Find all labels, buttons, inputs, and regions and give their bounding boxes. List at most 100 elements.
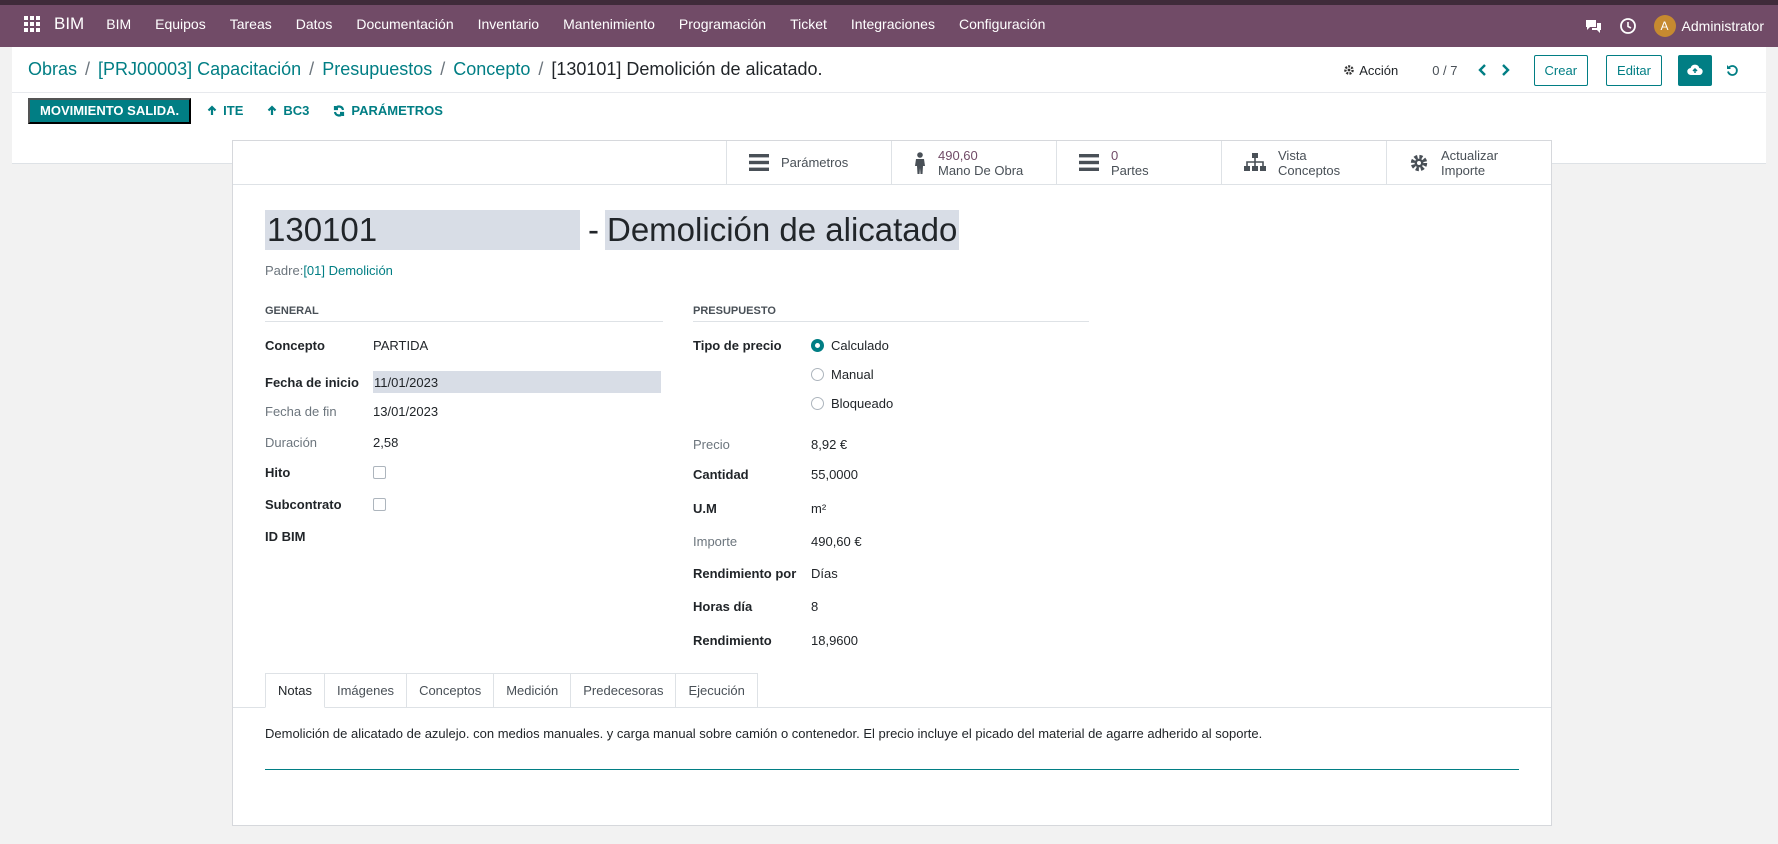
- save-button[interactable]: [1678, 54, 1712, 86]
- smart-button-parametros[interactable]: Parámetros: [726, 141, 891, 184]
- chat-icon[interactable]: [1585, 19, 1602, 34]
- parent-label: Padre:: [265, 263, 304, 278]
- code-input[interactable]: 130101: [265, 210, 580, 250]
- pager-previous-button[interactable]: [1472, 59, 1494, 81]
- subcontract-checkbox[interactable]: [373, 498, 386, 511]
- radio-calculado[interactable]: Calculado: [811, 338, 889, 353]
- tab-notas[interactable]: Notas: [265, 673, 325, 708]
- breadcrumb-separator: /: [309, 59, 315, 79]
- breadcrumb-separator: /: [538, 59, 544, 79]
- amount-value: 490,60 €: [811, 534, 862, 549]
- uom-value: m²: [811, 501, 827, 516]
- nav-item-inventario[interactable]: Inventario: [466, 0, 551, 47]
- price-type-manual: Manual: [811, 367, 874, 382]
- smart-button-mano-de-obra-label: Mano De Obra: [938, 162, 1024, 178]
- record-toolbar: Acción 0 / 7 Crear Editar: [1343, 54, 1744, 86]
- ite-button[interactable]: ITE: [195, 98, 255, 124]
- edit-button[interactable]: Editar: [1606, 54, 1662, 86]
- smart-button-vista-conceptos[interactable]: Vista Conceptos: [1221, 141, 1386, 184]
- breadcrumb-concepto[interactable]: Concepto: [453, 59, 530, 80]
- performance-by-value: Días: [811, 566, 838, 581]
- parent-field: Padre:[01] Demolición: [265, 263, 393, 278]
- list-icon: [749, 154, 769, 171]
- price-label: Precio: [693, 437, 730, 452]
- pager-next-button[interactable]: [1494, 59, 1516, 81]
- performance-by-row: Rendimiento por Días: [693, 566, 838, 581]
- app-brand[interactable]: BIM: [54, 14, 84, 34]
- uom-row: U.M m²: [693, 501, 826, 516]
- list-icon: [1079, 154, 1099, 171]
- arrow-up-icon: [207, 105, 217, 115]
- nav-item-programacion[interactable]: Programación: [667, 0, 778, 47]
- nav-item-datos[interactable]: Datos: [284, 0, 345, 47]
- breadcrumb: Obras / [PRJ00003] Capacitación / Presup…: [28, 59, 823, 80]
- tab-predecesoras[interactable]: Predecesoras: [571, 673, 677, 708]
- arrow-up-icon: [268, 105, 277, 115]
- nav-item-ticket[interactable]: Ticket: [778, 0, 839, 47]
- pager-value[interactable]: 0 / 7: [1432, 63, 1457, 78]
- concept-value: PARTIDA: [373, 338, 429, 353]
- top-navbar: BIM BIM Equipos Tareas Datos Documentaci…: [0, 0, 1778, 47]
- performance-row: Rendimiento 18,9600: [693, 633, 858, 648]
- radio-bloqueado[interactable]: Bloqueado: [811, 396, 893, 411]
- tab-medicion[interactable]: Medición: [494, 673, 572, 708]
- tab-ejecucion[interactable]: Ejecución: [676, 673, 758, 708]
- nav-item-bim[interactable]: BIM: [94, 0, 143, 47]
- bim-id-label: ID BIM: [265, 529, 306, 544]
- hours-day-row: Horas día 8: [693, 599, 818, 614]
- smart-button-actualizar-importe[interactable]: Actualizar Importe: [1386, 141, 1551, 184]
- clock-icon[interactable]: [1619, 18, 1636, 34]
- smart-button-vista-line1: Vista: [1278, 147, 1307, 163]
- breadcrumb-presupuestos[interactable]: Presupuestos: [322, 59, 432, 80]
- bc3-button[interactable]: BC3: [255, 98, 321, 124]
- tab-conceptos[interactable]: Conceptos: [407, 673, 495, 708]
- nav-item-mantenimiento[interactable]: Mantenimiento: [551, 0, 667, 47]
- milestone-checkbox[interactable]: [373, 466, 386, 479]
- discard-button[interactable]: [1720, 55, 1744, 86]
- nav-item-documentacion[interactable]: Documentación: [344, 0, 465, 47]
- parametros-status-label: PARÁMETROS: [351, 103, 443, 118]
- smart-button-partes[interactable]: 0 Partes: [1056, 141, 1221, 184]
- start-date-input[interactable]: 11/01/2023: [373, 371, 661, 393]
- quantity-value: 55,0000: [811, 467, 858, 482]
- radio-manual[interactable]: Manual: [811, 367, 874, 382]
- cloud-upload-icon: [1687, 64, 1703, 76]
- chevron-right-icon: [1501, 64, 1510, 76]
- notes-field[interactable]: Demolición de alicatado de azulejo. con …: [265, 726, 1519, 770]
- nav-item-integraciones[interactable]: Integraciones: [839, 0, 947, 47]
- radio-calculado-label: Calculado: [831, 338, 889, 353]
- smart-button-partes-value: 0: [1111, 147, 1119, 163]
- user-name: Administrator: [1681, 18, 1764, 34]
- nav-item-configuracion[interactable]: Configuración: [947, 0, 1057, 47]
- nav-item-tareas[interactable]: Tareas: [218, 0, 284, 47]
- parametros-status-button[interactable]: PARÁMETROS: [321, 98, 454, 124]
- bim-id-row: ID BIM: [265, 529, 373, 544]
- quantity-row: Cantidad 55,0000: [693, 467, 858, 482]
- create-button[interactable]: Crear: [1533, 54, 1589, 86]
- budget-group-title: PRESUPUESTO: [693, 305, 1089, 322]
- smart-button-box: Parámetros 490,60 Mano De Obra 0 Partes: [233, 141, 1551, 185]
- record-title: 130101 - Demolición de alicatado: [265, 209, 960, 251]
- price-type-calculado: Calculado: [811, 338, 889, 353]
- breadcrumb-project[interactable]: [PRJ00003] Capacitación: [98, 59, 301, 80]
- nav-item-equipos[interactable]: Equipos: [143, 0, 218, 47]
- tab-imagenes[interactable]: Imágenes: [324, 673, 408, 708]
- sitemap-icon: [1244, 153, 1266, 171]
- price-value: 8,92 €: [811, 437, 848, 452]
- gear-icon: [1410, 154, 1428, 171]
- general-group-title: GENERAL: [265, 305, 663, 322]
- action-menu-button[interactable]: Acción: [1343, 63, 1398, 78]
- end-date-value: 13/01/2023: [373, 404, 439, 419]
- movimiento-salida-button[interactable]: MOVIMIENTO SALIDA.: [28, 97, 192, 124]
- control-panel-divider: [12, 92, 1766, 93]
- duration-row: Duración 2,58: [265, 435, 398, 450]
- smart-button-mano-de-obra[interactable]: 490,60 Mano De Obra: [891, 141, 1056, 184]
- user-menu[interactable]: A Administrator: [1653, 15, 1764, 37]
- apps-grid-icon[interactable]: [24, 15, 40, 32]
- parent-link[interactable]: [01] Demolición: [303, 263, 393, 278]
- name-input[interactable]: Demolición de alicatado: [605, 210, 960, 250]
- concept-row: Concepto PARTIDA: [265, 338, 428, 353]
- refresh-icon: [334, 105, 345, 116]
- breadcrumb-obras[interactable]: Obras: [28, 59, 77, 80]
- price-row: Precio 8,92 €: [693, 437, 847, 452]
